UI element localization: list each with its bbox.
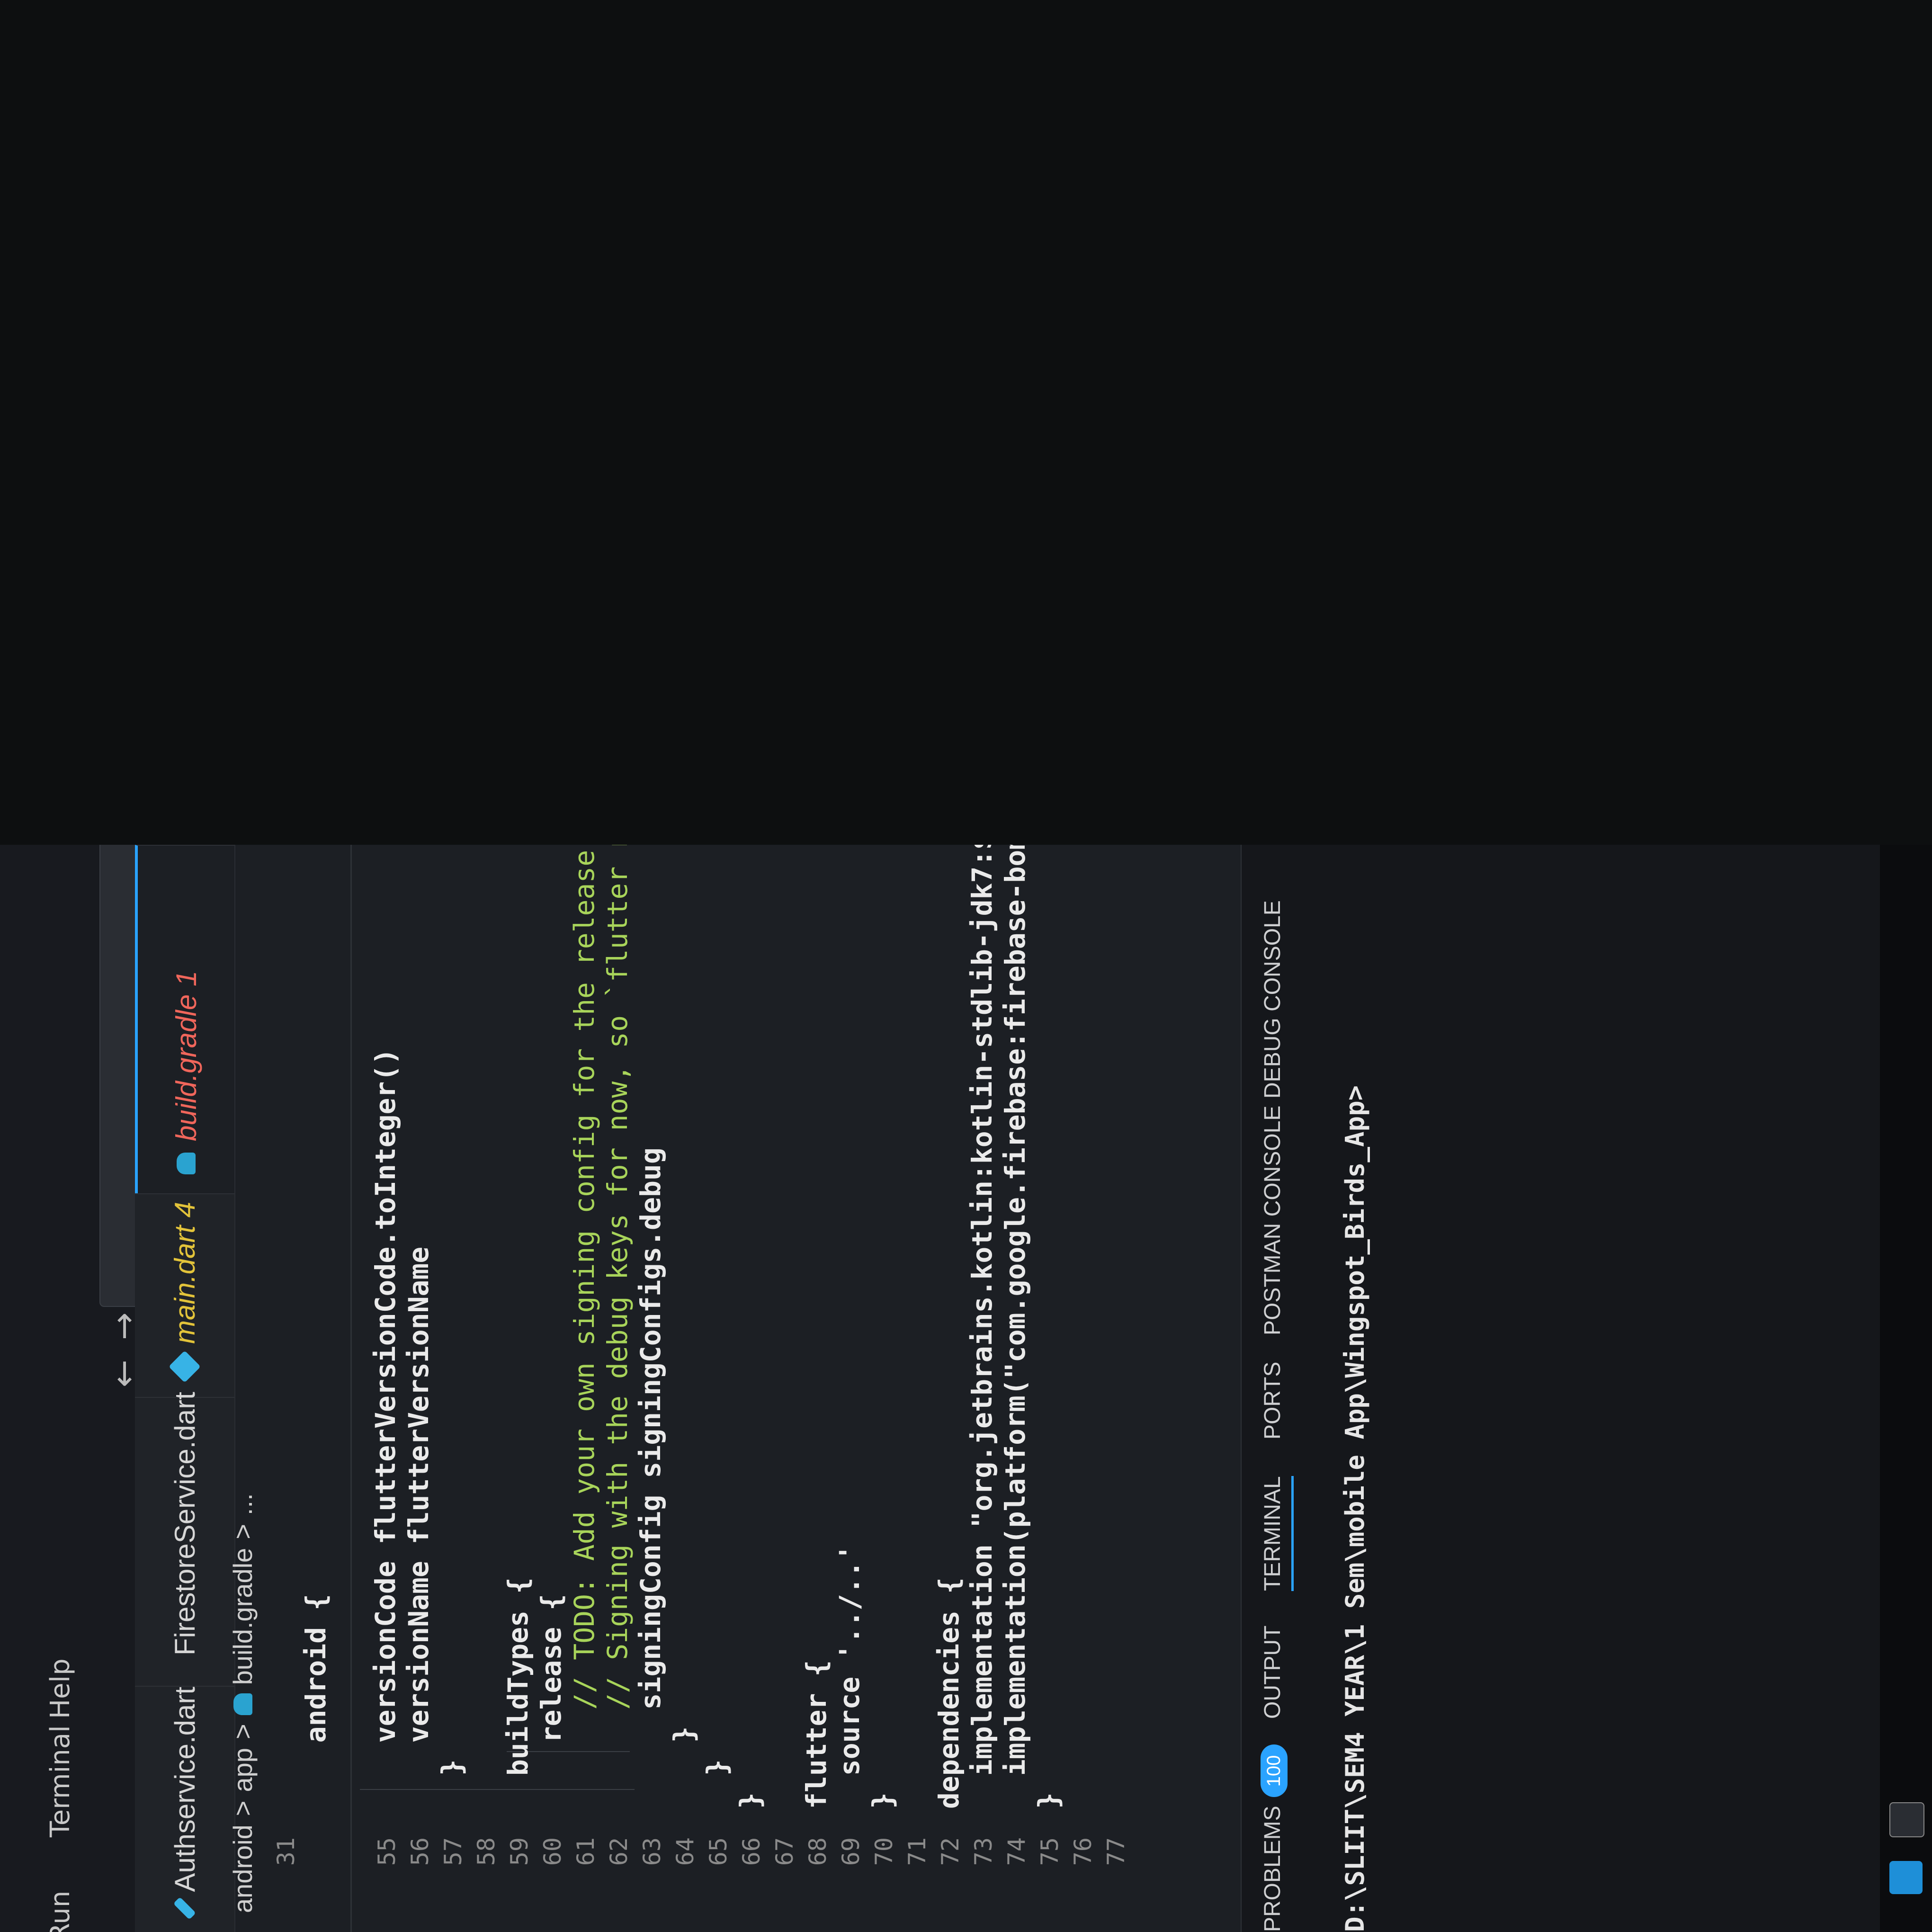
code-line[interactable]: dependencies { — [933, 1577, 965, 1809]
code-line[interactable]: implementation(platform("com.google.fire… — [999, 845, 1031, 1809]
dart-icon — [169, 1351, 201, 1383]
panel-tab-problems[interactable]: PROBLEMS 100 — [1260, 1745, 1288, 1932]
code-line[interactable]: flutter { — [800, 1660, 832, 1809]
terminal-prompt[interactable]: D:\SLIIT\SEM4 YEAR\1 Sem\mobile App\Wing… — [1340, 1085, 1370, 1932]
line-number: 77 — [1102, 1837, 1130, 1932]
code-line[interactable]: release { — [535, 1594, 567, 1809]
code-line[interactable]: } — [734, 1792, 766, 1809]
code-line[interactable]: // TODO: Add your own signing config for… — [568, 845, 600, 1809]
code-text: android { — [300, 1594, 332, 1743]
code-line[interactable]: // Signing with the debug keys for now, … — [601, 845, 634, 1809]
line-number: 66 — [738, 1837, 765, 1932]
line-number: 60 — [539, 1837, 566, 1932]
editor-tabs: Authservice.dart FirestoreService.dart m… — [135, 845, 235, 1932]
taskbar — [1880, 845, 1932, 1932]
tab-label: build.gradle 1 — [170, 971, 203, 1141]
line-number: 70 — [870, 1837, 898, 1932]
line-number: 72 — [937, 1837, 964, 1932]
line-number: 73 — [970, 1837, 997, 1932]
code-line[interactable]: } — [668, 1726, 700, 1809]
crumb-more[interactable]: ... — [227, 1493, 258, 1515]
menu-bar: Run Terminal Help ← → — [0, 845, 135, 1932]
code-line[interactable]: } — [436, 1759, 468, 1809]
crumb-sep: > — [227, 1724, 258, 1739]
gradle-icon — [177, 1153, 196, 1174]
tab-label: FirestoreService.dart — [169, 1392, 201, 1655]
tab-firestoreservice[interactable]: FirestoreService.dart — [135, 1397, 234, 1686]
code-line[interactable]: } — [1032, 1792, 1064, 1809]
line-number: 56 — [406, 1837, 434, 1932]
line-number: 61 — [572, 1837, 599, 1932]
line-number: 58 — [473, 1837, 500, 1932]
panel-tab-postman-console[interactable]: POSTMAN CONSOLE — [1260, 1106, 1286, 1335]
menu-run[interactable]: Run — [45, 1891, 76, 1932]
tab-authservice[interactable]: Authservice.dart — [135, 1686, 234, 1932]
dart-icon — [173, 1897, 196, 1920]
line-number: 68 — [804, 1837, 832, 1932]
vscode-window: Run Terminal Help ← → Authservice.dart F… — [0, 845, 1932, 1932]
code-line[interactable]: signingConfig signingConfigs.debug — [635, 1147, 667, 1809]
dart-icon — [177, 1659, 193, 1675]
sticky-scroll-line[interactable]: android { — [268, 1594, 364, 1809]
panel-tab-debug-console[interactable]: DEBUG CONSOLE — [1260, 900, 1286, 1099]
breadcrumb: android > app > build.gradle > ... — [227, 1493, 258, 1913]
line-number: 65 — [705, 1837, 732, 1932]
line-number: 69 — [837, 1837, 865, 1932]
code-line[interactable]: versionName flutterVersionName — [402, 1247, 435, 1809]
line-number: 76 — [1069, 1837, 1097, 1932]
windows-icon[interactable] — [1889, 1861, 1923, 1894]
line-number: 55 — [373, 1837, 401, 1932]
crumb-sep: > — [227, 1800, 258, 1816]
code-line[interactable]: versionCode flutterVersionCode.toInteger… — [369, 1048, 402, 1809]
gradle-icon — [233, 1693, 252, 1715]
line-number: 75 — [1036, 1837, 1064, 1932]
tab-label: main.dart 4 — [169, 1202, 201, 1344]
tab-label: PROBLEMS — [1260, 1806, 1285, 1932]
line-number: 67 — [771, 1837, 798, 1932]
menu-terminal[interactable]: Terminal — [45, 1725, 76, 1837]
tab-label: Authservice.dart — [169, 1687, 201, 1892]
panel-tab-terminal[interactable]: TERMINAL — [1260, 1476, 1294, 1591]
line-number: 71 — [903, 1837, 931, 1932]
line-number: 63 — [638, 1837, 666, 1932]
panel-tab-output[interactable]: OUTPUT — [1260, 1626, 1286, 1719]
problems-badge: 100 — [1261, 1745, 1288, 1798]
line-number: 74 — [1003, 1837, 1030, 1932]
line-number: 57 — [439, 1837, 467, 1932]
tab-build-gradle[interactable]: build.gradle 1 — [135, 845, 234, 1193]
line-number: 62 — [605, 1837, 633, 1932]
line-number: 64 — [671, 1837, 699, 1932]
tab-main-dart[interactable]: main.dart 4 — [135, 1193, 234, 1397]
panel-tab-ports[interactable]: PORTS — [1260, 1362, 1286, 1440]
code-line[interactable]: source '../..' — [833, 1544, 866, 1809]
code-line[interactable]: } — [701, 1759, 733, 1809]
app-icon[interactable] — [1889, 1802, 1924, 1837]
line-number: 59 — [506, 1837, 533, 1932]
crumb-sep: > — [227, 1524, 258, 1539]
crumb-app[interactable]: app — [227, 1748, 258, 1792]
code-line[interactable]: } — [867, 1792, 899, 1809]
code-line[interactable]: buildTypes { — [502, 1577, 534, 1809]
code-line[interactable]: implementation "org.jetbrains.kotlin:kot… — [966, 845, 998, 1809]
crumb-file[interactable]: build.gradle — [227, 1548, 258, 1685]
menu-help[interactable]: Help — [45, 1658, 76, 1719]
line-number: 31 — [272, 1837, 300, 1932]
crumb-android[interactable]: android — [227, 1825, 258, 1913]
sticky-separator — [350, 845, 352, 1932]
